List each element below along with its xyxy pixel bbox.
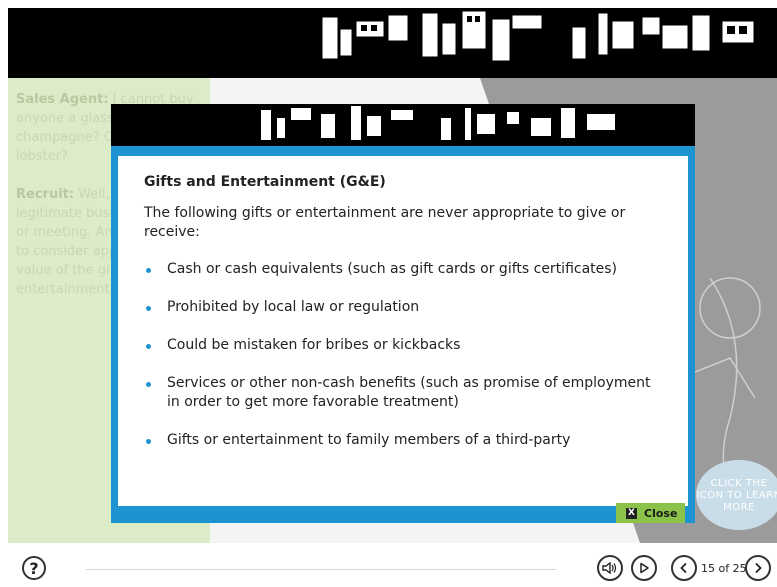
next-button[interactable]: [745, 555, 771, 581]
modal-intro-text: The following gifts or entertainment are…: [144, 205, 626, 240]
list-item: Gifts or entertainment to family members…: [144, 431, 662, 450]
list-item: Services or other non-cash benefits (suc…: [144, 374, 662, 412]
modal-skyline-illustration: [261, 106, 615, 140]
close-button-label: Close: [644, 506, 678, 520]
progress-track: [86, 569, 556, 570]
list-item: Cash or cash equivalents (such as gift c…: [144, 260, 662, 279]
close-icon: X: [626, 507, 637, 519]
modal-title: Gifts and Entertainment (G&E): [144, 174, 386, 190]
close-button[interactable]: X Close: [616, 503, 685, 523]
question-mark-icon: ?: [29, 559, 39, 578]
previous-button[interactable]: [671, 555, 697, 581]
play-icon: [640, 562, 649, 574]
page-counter: 15 of 25: [701, 562, 747, 575]
play-button[interactable]: [631, 555, 657, 581]
learn-more-bubble: CLICK THE ICON TO LEARN MORE: [696, 460, 777, 530]
restricted-gifts-list: Cash or cash equivalents (such as gift c…: [144, 260, 662, 450]
list-item: Could be mistaken for bribes or kickback…: [144, 336, 662, 355]
chevron-right-icon: [755, 562, 762, 574]
modal-skyline-banner: [111, 104, 695, 146]
city-skyline-banner: [8, 8, 777, 78]
sales-agent-label: Sales Agent:: [16, 92, 109, 107]
modal-content-card: Gifts and Entertainment (G&E) The follow…: [118, 156, 688, 506]
help-button[interactable]: ?: [22, 556, 46, 580]
info-modal: Gifts and Entertainment (G&E) The follow…: [111, 104, 695, 523]
recruit-label: Recruit:: [16, 187, 75, 202]
audio-button[interactable]: [597, 555, 623, 581]
learn-more-text: CLICK THE ICON TO LEARN MORE: [696, 478, 777, 513]
list-item: Prohibited by local law or regulation: [144, 298, 662, 317]
city-skyline-illustration: [322, 11, 754, 61]
chevron-left-icon: [680, 562, 687, 574]
speaker-icon: [602, 561, 617, 575]
